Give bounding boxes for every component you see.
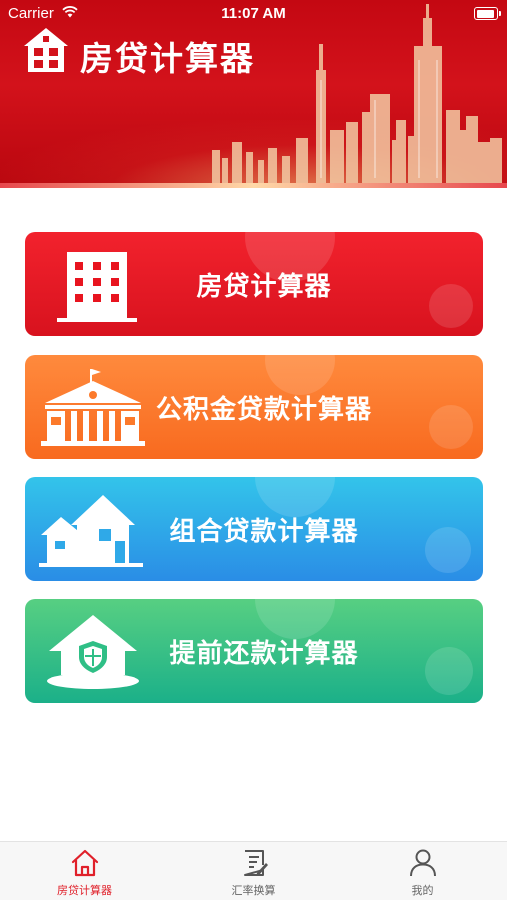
house-logo-icon <box>24 28 68 72</box>
card-label: 组合贷款计算器 <box>169 516 359 547</box>
city-skyline-illustration <box>212 4 502 183</box>
tab-label: 我的 <box>411 884 434 897</box>
status-time: 11:07 AM <box>221 5 286 22</box>
status-bar: Carrier 11:07 AM <box>0 0 507 26</box>
card-label: 提前还款计算器 <box>169 638 359 669</box>
card-prepayment-calculator[interactable]: 提前还款计算器 <box>25 599 483 703</box>
header-banner: Carrier 11:07 AM 房贷计算器 <box>0 0 507 188</box>
bottom-tab-bar: 房贷计算器 汇率换算 我的 <box>0 841 507 900</box>
card-mortgage-calculator[interactable]: 房贷计算器 <box>25 232 483 336</box>
card-label: 公积金贷款计算器 <box>155 394 372 425</box>
battery-icon <box>474 7 501 20</box>
tab-exchange-rate[interactable]: 汇率换算 <box>169 842 338 901</box>
card-label: 房贷计算器 <box>196 271 332 302</box>
tab-profile[interactable]: 我的 <box>338 842 507 901</box>
tab-mortgage-calculator[interactable]: 房贷计算器 <box>0 842 169 901</box>
document-edit-icon <box>244 850 268 876</box>
tab-label: 汇率换算 <box>231 884 276 897</box>
user-icon <box>410 849 436 877</box>
card-combined-loan-calculator[interactable]: 组合贷款计算器 <box>25 477 483 581</box>
card-provident-fund-calculator[interactable]: 公积金贷款计算器 <box>25 355 483 459</box>
tab-label: 房贷计算器 <box>57 884 112 897</box>
page-title: 房贷计算器 <box>80 39 255 78</box>
banner-bottom-line <box>0 183 507 188</box>
home-icon <box>71 849 99 877</box>
